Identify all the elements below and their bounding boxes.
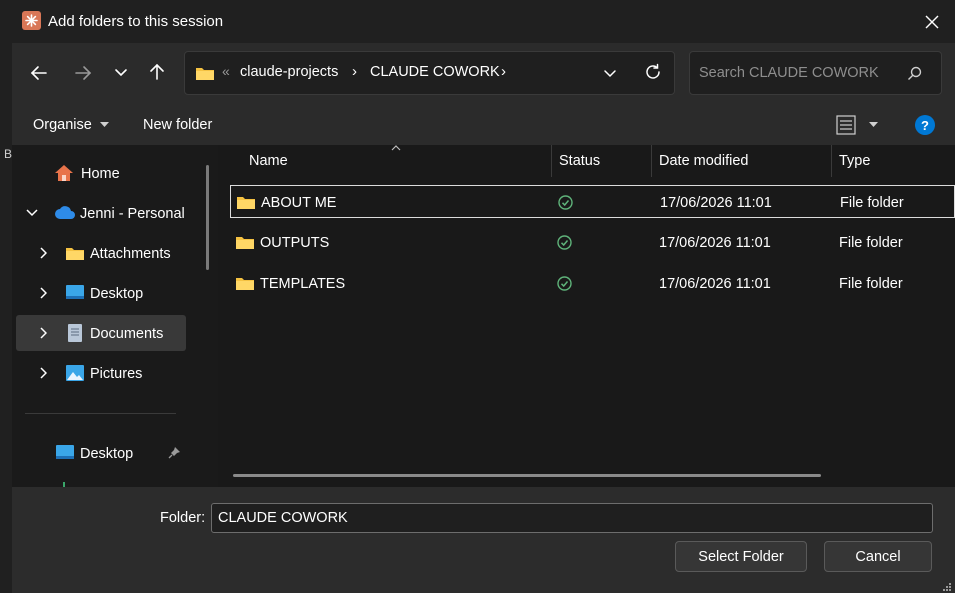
file-name: TEMPLATES [260,276,346,292]
nav-item-onedrive-personal[interactable]: Jenni - Personal [12,195,186,231]
dialog-footer: Folder: CLAUDE COWORK Select Folder Canc… [12,487,955,593]
search-icon[interactable] [907,66,922,81]
chevron-down-icon[interactable] [26,208,38,217]
organise-label: Organise [33,117,92,133]
new-folder-button[interactable]: New folder [143,117,212,133]
nav-item-pictures[interactable]: Pictures [12,355,186,391]
help-icon: ? [921,117,929,133]
file-name: ABOUT ME [261,195,337,211]
horizontal-scrollbar[interactable] [233,474,821,477]
app-icon [22,11,41,30]
chevron-right-icon[interactable] [39,247,47,259]
folder-icon [196,68,214,80]
breadcrumb-claude-cowork[interactable]: CLAUDE COWORK [370,64,500,80]
sync-ok-icon [557,235,572,250]
cloud-icon [55,206,75,219]
close-icon [925,15,939,29]
folder-name-input[interactable]: CLAUDE COWORK [211,503,933,533]
date-modified: 17/06/2026 11:01 [659,235,771,251]
navigation-pane: Home Jenni - Personal Attachments Deskto… [12,145,218,487]
back-button[interactable] [24,58,54,88]
file-type: File folder [839,276,903,292]
cancel-button[interactable]: Cancel [824,541,932,572]
nav-item-documents[interactable]: Documents [16,315,186,351]
resize-grip-icon[interactable] [940,580,952,592]
table-row[interactable]: ABOUT ME 17/06/2026 11:01 File folder [230,185,955,218]
column-header-status[interactable]: Status [559,153,600,169]
dialog-title: Add folders to this session [48,13,224,30]
caret-down-icon [99,122,109,128]
sync-ok-icon [557,276,572,291]
file-name: OUTPUTS [260,235,330,251]
address-bar[interactable]: « claude-projects › CLAUDE COWORK › [184,51,675,95]
pin-icon[interactable] [168,446,181,459]
chevron-right-icon[interactable] [39,287,47,299]
date-modified: 17/06/2026 11:01 [660,195,772,211]
refresh-icon[interactable] [644,63,662,81]
arrow-left-icon [30,66,47,80]
background-text: B [4,147,13,161]
arrow-up-icon [150,63,164,80]
chevron-right-icon[interactable] [39,327,47,339]
document-icon [68,324,82,342]
column-header-type[interactable]: Type [839,153,870,169]
chevron-down-icon [115,69,127,77]
sync-ok-icon [558,195,573,210]
table-row[interactable]: OUTPUTS 17/06/2026 11:01 File folder [230,226,955,259]
folder-icon [236,237,254,249]
file-type: File folder [840,195,904,211]
column-divider[interactable] [831,145,832,177]
folder-icon [66,248,84,260]
organise-menu-button[interactable]: Organise [33,117,109,133]
nav-item-desktop-pinned[interactable]: Desktop [12,435,186,471]
overflow-chevron[interactable]: « [222,63,230,79]
file-type: File folder [839,235,903,251]
file-list: Name Status Date modified Type ABOUT ME … [218,145,955,487]
pictures-icon [66,365,84,381]
sort-ascending-icon [391,145,401,151]
help-button[interactable]: ? [915,115,935,135]
arrow-right-icon [75,66,92,80]
folder-icon [237,197,255,209]
up-button[interactable] [142,57,172,87]
column-divider[interactable] [551,145,552,177]
table-row[interactable]: TEMPLATES 17/06/2026 11:01 File folder [230,267,955,300]
folder-label: Folder: [160,510,206,526]
column-header-date-modified[interactable]: Date modified [659,153,748,169]
date-modified: 17/06/2026 11:01 [659,276,771,292]
close-button[interactable] [920,10,944,34]
chevron-right-icon[interactable] [39,367,47,379]
forward-button[interactable] [68,58,98,88]
command-bar: Organise New folder ? [12,105,955,145]
breadcrumb-claude-projects[interactable]: claude-projects [240,64,338,80]
home-icon [55,165,73,181]
search-placeholder[interactable]: Search CLAUDE COWORK [699,65,879,81]
folder-picker-dialog: Add folders to this session « claude-pro… [12,0,955,593]
recent-locations-button[interactable] [106,58,136,88]
nav-item-desktop[interactable]: Desktop [12,275,186,311]
select-folder-button[interactable]: Select Folder [675,541,807,572]
chevron-down-icon[interactable] [603,69,617,79]
breadcrumb-separator[interactable]: › [352,63,357,80]
details-view-icon [836,115,856,135]
column-header-name[interactable]: Name [249,153,288,169]
search-box[interactable]: Search CLAUDE COWORK [689,51,942,95]
navigation-bar: « claude-projects › CLAUDE COWORK › Sear… [12,43,955,105]
new-folder-label: New folder [143,117,213,133]
nav-scrollbar[interactable] [206,165,209,270]
nav-item-home[interactable]: Home [12,155,186,191]
folder-icon [236,278,254,290]
background-window: B [0,0,12,593]
nav-item-attachments[interactable]: Attachments [12,235,186,271]
view-options-button[interactable] [836,115,886,135]
column-divider[interactable] [651,145,652,177]
breadcrumb-separator[interactable]: › [501,63,506,80]
title-bar[interactable]: Add folders to this session [12,0,955,43]
nav-divider [25,413,176,414]
caret-down-icon [869,122,878,127]
desktop-icon [66,285,84,299]
desktop-icon [56,445,74,459]
